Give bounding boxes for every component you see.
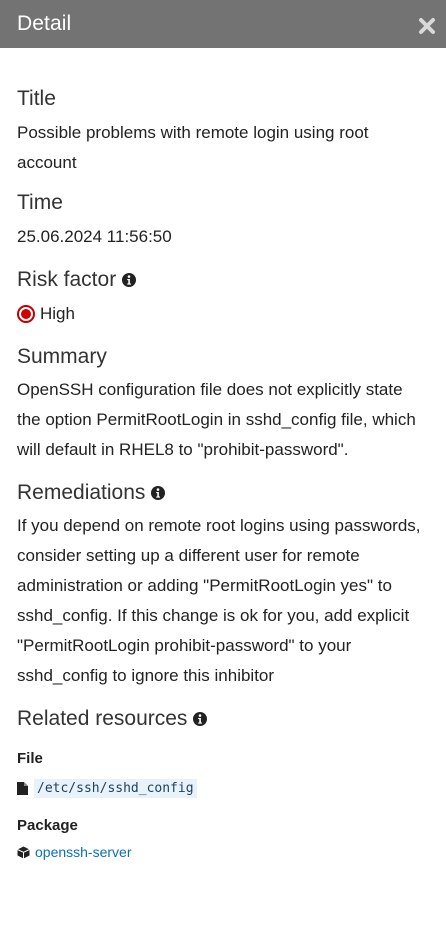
close-icon[interactable]: [417, 16, 437, 36]
title-value: Possible problems with remote login usin…: [17, 123, 369, 172]
info-icon[interactable]: [151, 486, 166, 500]
title-heading: Title: [17, 87, 56, 110]
header-title: Detail: [17, 12, 72, 35]
summary-heading: Summary: [17, 345, 107, 368]
package-icon: [17, 846, 30, 858]
file-label: File: [17, 750, 43, 767]
risk-level: High: [17, 299, 429, 329]
risk-factor-heading: Risk factor: [17, 268, 429, 292]
time-value: 25.06.2024 11:56:50: [17, 227, 172, 246]
risk-high-icon: [17, 305, 35, 323]
file-path: /etc/ssh/sshd_config: [34, 779, 197, 798]
related-resources-heading: Related resources: [17, 707, 429, 731]
remediations-value: If you depend on remote root logins usin…: [17, 516, 421, 685]
detail-header: Detail: [0, 0, 446, 48]
time-heading: Time: [17, 191, 63, 214]
package-resource: openssh-server: [17, 844, 429, 860]
file-resource: /etc/ssh/sshd_config: [17, 779, 429, 798]
file-icon: [17, 782, 28, 795]
risk-value: High: [40, 304, 75, 323]
remediations-heading: Remediations: [17, 481, 429, 505]
detail-content: Title Possible problems with remote logi…: [0, 87, 446, 860]
info-icon[interactable]: [122, 273, 137, 287]
summary-value: OpenSSH configuration file does not expl…: [17, 380, 416, 459]
package-link[interactable]: openssh-server: [35, 844, 132, 860]
info-icon[interactable]: [193, 712, 208, 726]
package-label: Package: [17, 817, 78, 834]
